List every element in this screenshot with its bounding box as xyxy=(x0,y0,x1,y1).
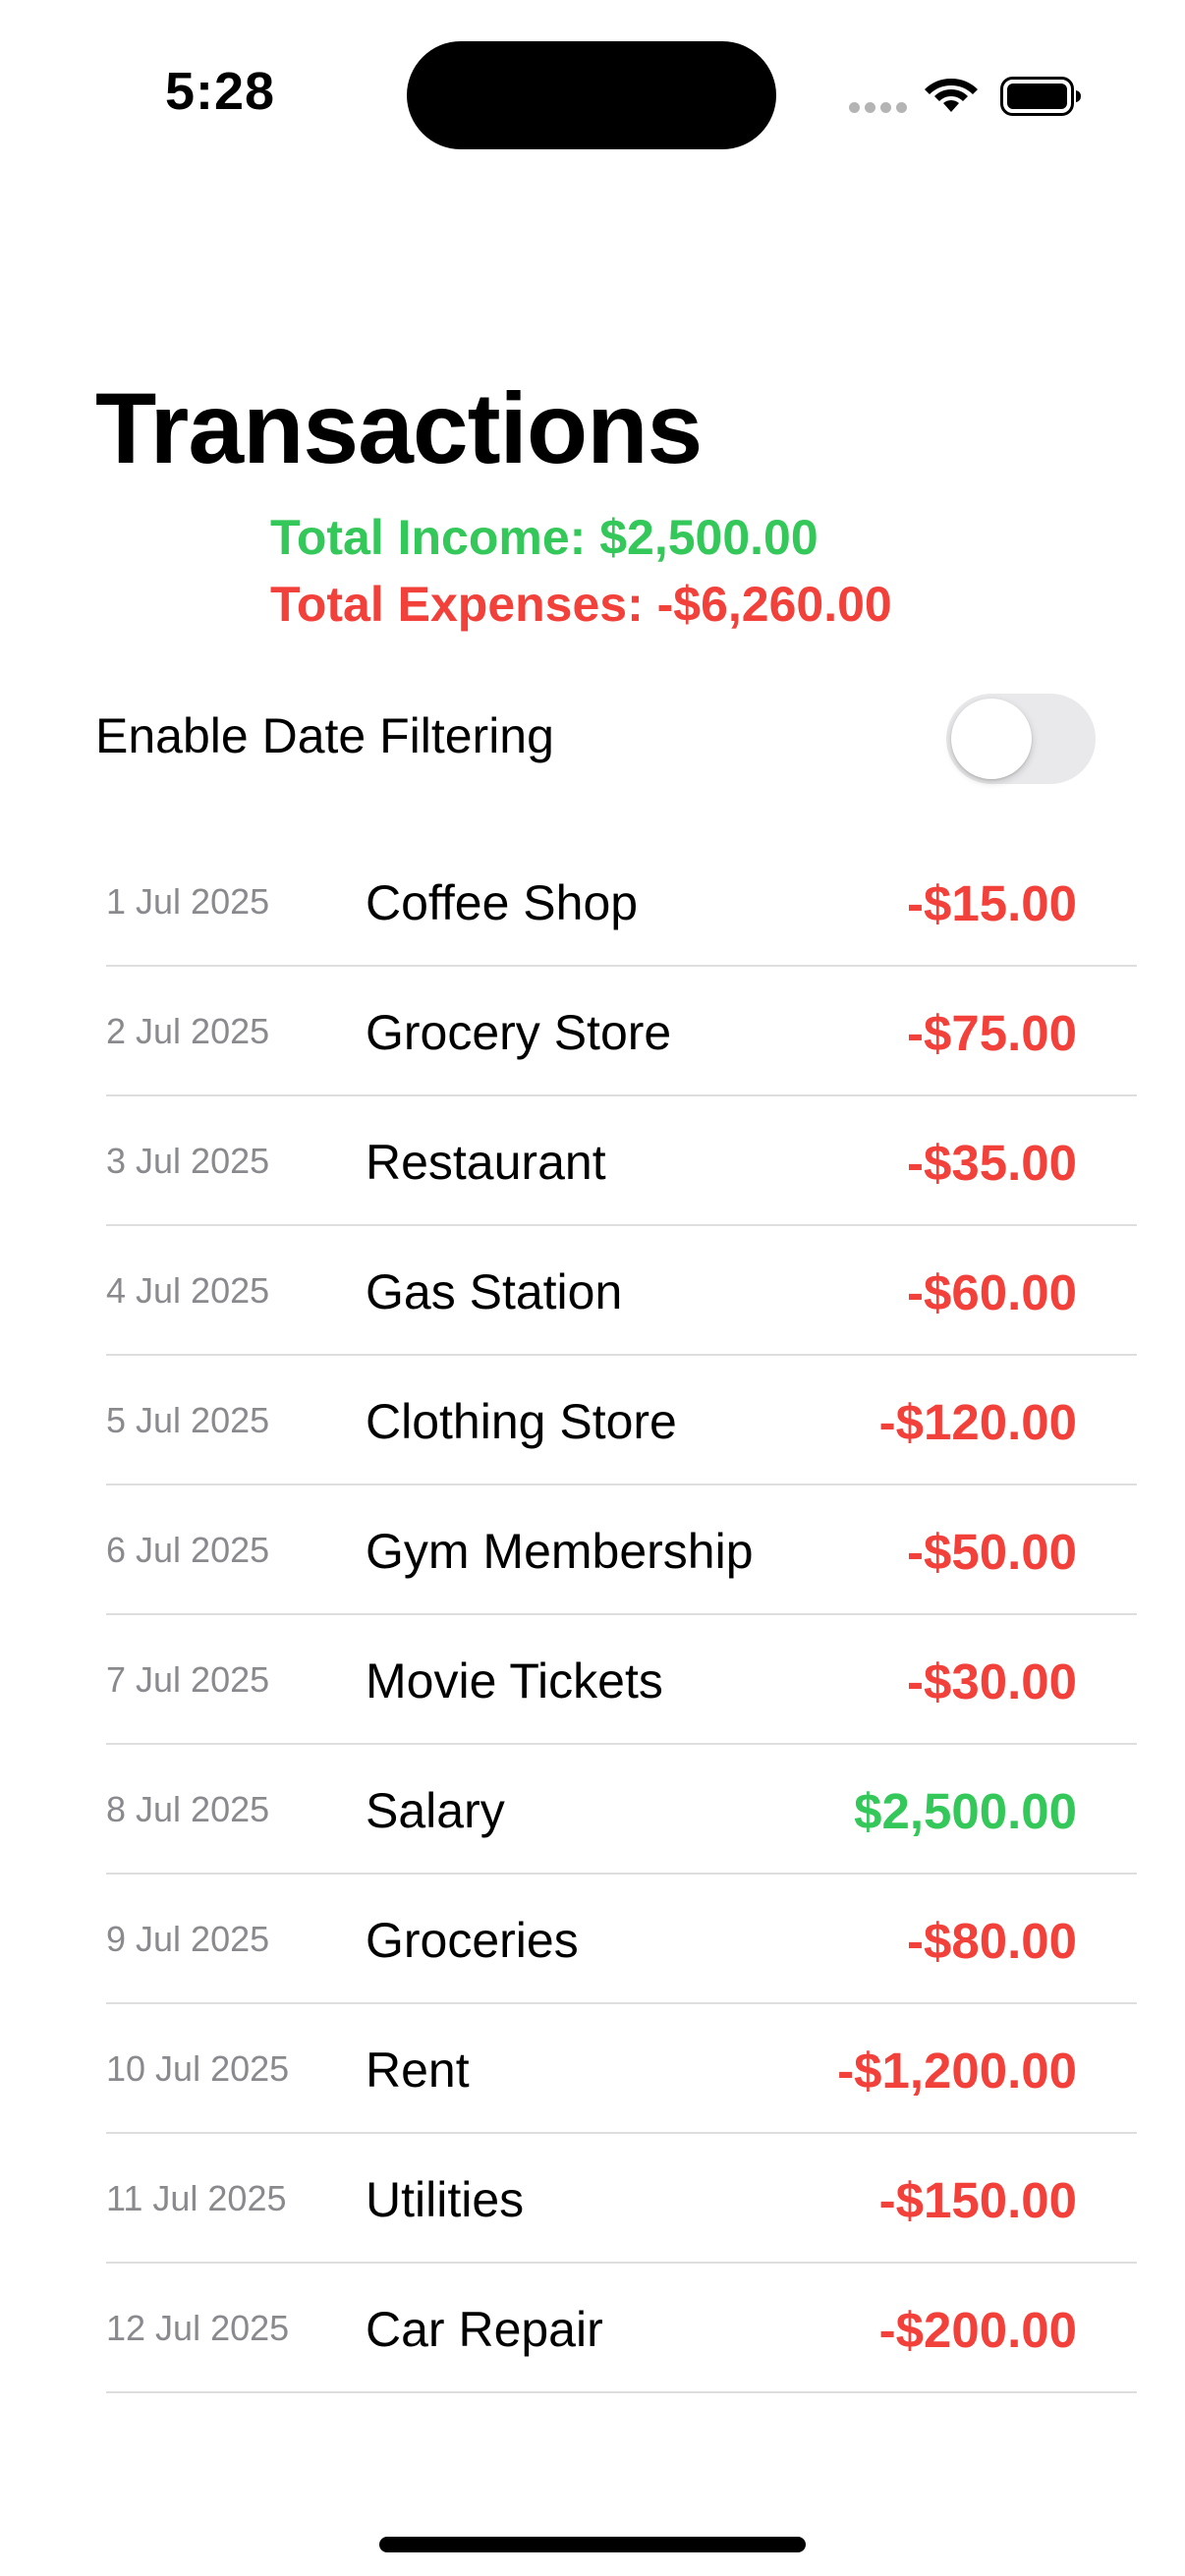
transaction-description: Clothing Store xyxy=(366,1394,677,1449)
total-income: Total Income: $2,500.00 xyxy=(270,510,818,565)
transaction-amount: -$200.00 xyxy=(878,2302,1077,2358)
transaction-amount: -$150.00 xyxy=(878,2172,1077,2228)
transaction-row[interactable]: 5 Jul 2025 Clothing Store -$120.00 xyxy=(0,1356,1185,1485)
transaction-date: 8 Jul 2025 xyxy=(106,1789,270,1829)
transaction-date: 9 Jul 2025 xyxy=(106,1919,270,1959)
transaction-amount: -$75.00 xyxy=(907,1005,1077,1061)
transaction-date: 5 Jul 2025 xyxy=(106,1400,270,1440)
transaction-row[interactable]: 6 Jul 2025 Gym Membership -$50.00 xyxy=(0,1485,1185,1615)
transaction-amount: -$80.00 xyxy=(907,1913,1077,1969)
transaction-date: 3 Jul 2025 xyxy=(106,1141,270,1181)
transaction-description: Gym Membership xyxy=(366,1524,754,1579)
transaction-amount: -$15.00 xyxy=(907,875,1077,931)
transaction-row[interactable]: 9 Jul 2025 Groceries -$80.00 xyxy=(0,1875,1185,2004)
battery-icon xyxy=(1000,77,1081,116)
transaction-date: 11 Jul 2025 xyxy=(106,2178,287,2218)
transaction-row[interactable]: 3 Jul 2025 Restaurant -$35.00 xyxy=(0,1096,1185,1226)
transaction-date: 4 Jul 2025 xyxy=(106,1270,270,1311)
transaction-row[interactable]: 12 Jul 2025 Car Repair -$200.00 xyxy=(0,2264,1185,2393)
transaction-description: Movie Tickets xyxy=(366,1653,663,1708)
transaction-date: 2 Jul 2025 xyxy=(106,1011,270,1051)
transaction-row[interactable]: 11 Jul 2025 Utilities -$150.00 xyxy=(0,2134,1185,2264)
transaction-amount: -$35.00 xyxy=(907,1135,1077,1191)
transaction-date: 7 Jul 2025 xyxy=(106,1659,270,1700)
transaction-date: 12 Jul 2025 xyxy=(106,2308,290,2348)
page-title: Transactions xyxy=(95,372,703,484)
status-time: 5:28 xyxy=(165,62,276,121)
transaction-description: Groceries xyxy=(366,1913,579,1968)
transaction-amount: -$50.00 xyxy=(907,1524,1077,1580)
transaction-row[interactable]: 4 Jul 2025 Gas Station -$60.00 xyxy=(0,1226,1185,1356)
date-filter-toggle[interactable] xyxy=(946,694,1096,784)
transaction-date: 1 Jul 2025 xyxy=(106,881,270,922)
date-filter-label: Enable Date Filtering xyxy=(95,708,554,763)
total-expenses: Total Expenses: -$6,260.00 xyxy=(270,577,892,632)
transaction-description: Salary xyxy=(366,1783,505,1838)
transaction-description: Grocery Store xyxy=(366,1005,672,1060)
transaction-row[interactable]: 8 Jul 2025 Salary $2,500.00 xyxy=(0,1745,1185,1875)
signal-dots-icon xyxy=(849,102,907,113)
home-indicator[interactable] xyxy=(379,2537,806,2552)
transaction-description: Utilities xyxy=(366,2172,525,2227)
transaction-row[interactable]: 10 Jul 2025 Rent -$1,200.00 xyxy=(0,2004,1185,2134)
transaction-amount: -$60.00 xyxy=(907,1264,1077,1320)
wifi-icon xyxy=(925,79,978,112)
transaction-amount: -$120.00 xyxy=(878,1394,1077,1450)
transaction-description: Car Repair xyxy=(366,2302,603,2357)
transaction-date: 10 Jul 2025 xyxy=(106,2048,290,2089)
transaction-description: Restaurant xyxy=(366,1135,606,1190)
transaction-amount: -$1,200.00 xyxy=(837,2043,1077,2099)
transaction-description: Rent xyxy=(366,2043,470,2098)
transaction-amount: -$30.00 xyxy=(907,1653,1077,1709)
toggle-knob xyxy=(951,699,1032,779)
dynamic-island xyxy=(407,41,776,149)
transaction-description: Gas Station xyxy=(366,1264,623,1319)
transaction-description: Coffee Shop xyxy=(366,875,639,930)
transaction-row[interactable]: 1 Jul 2025 Coffee Shop -$15.00 xyxy=(0,837,1185,967)
transaction-date: 6 Jul 2025 xyxy=(106,1530,270,1570)
transaction-row[interactable]: 2 Jul 2025 Grocery Store -$75.00 xyxy=(0,967,1185,1096)
transaction-row[interactable]: 7 Jul 2025 Movie Tickets -$30.00 xyxy=(0,1615,1185,1745)
transaction-amount: $2,500.00 xyxy=(854,1783,1077,1839)
transaction-list: 1 Jul 2025 Coffee Shop -$15.00 2 Jul 202… xyxy=(0,837,1185,2393)
